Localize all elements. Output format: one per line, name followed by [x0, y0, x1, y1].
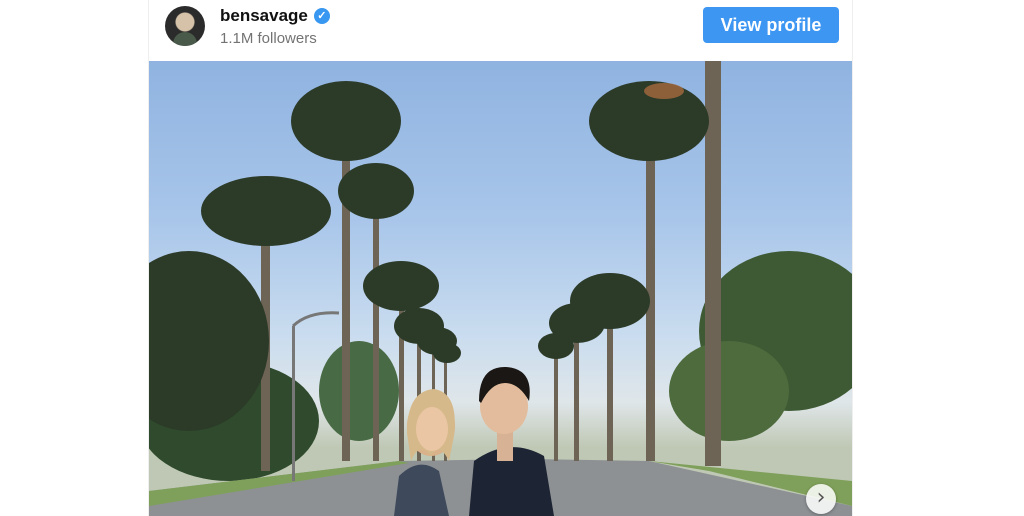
view-profile-button[interactable]: View profile	[703, 7, 839, 43]
username-row: bensavage ✓	[220, 6, 330, 26]
post-header: bensavage ✓ 1.1M followers View profile	[149, 0, 852, 61]
follower-count: 1.1M followers	[220, 30, 317, 47]
verified-badge-icon: ✓	[313, 8, 330, 24]
username[interactable]: bensavage	[220, 6, 308, 26]
post-photo[interactable]: ›	[149, 61, 852, 516]
palm-street-scene	[149, 61, 852, 516]
avatar[interactable]	[165, 6, 205, 46]
instagram-embed-card: bensavage ✓ 1.1M followers View profile	[149, 0, 852, 516]
chevron-right-icon[interactable]: ›	[806, 484, 836, 514]
